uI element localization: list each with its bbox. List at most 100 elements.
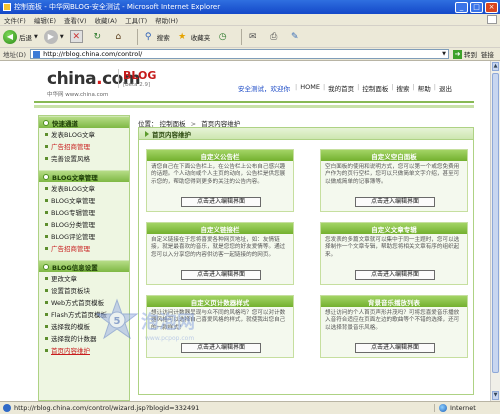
sidebar-item[interactable]: 更改文章 [39,272,129,284]
sidebar-item[interactable]: 选择我的模板 [39,320,129,332]
dropdown-arrow-icon[interactable]: ▼ [442,51,446,57]
edit-button[interactable]: 点击进入编辑界面 [181,197,261,207]
refresh-button[interactable]: ↻ [91,30,106,43]
sidebar-group-settings: BLOG信息设置 更改文章 设置首页板块 Web方式首页模板 Flash方式首页… [39,260,129,356]
menu-help[interactable]: 帮助(H) [155,15,178,25]
sidebar-item[interactable]: 广告招商管理 [39,140,129,152]
favorites-button[interactable]: ★ 收藏夹 [176,30,211,43]
sidebar-item[interactable]: Web方式首页模板 [39,296,129,308]
card-description: 您发表的多篇文章就可以集中于同一主题时，您可以选择制作一个文章专辑，帮助您将相关… [325,237,460,258]
edit-button[interactable]: 点击进入编辑界面 [181,343,261,353]
sidebar-item-label: 广告招商管理 [51,245,90,253]
address-box[interactable]: ▼ [30,49,449,59]
favorites-label: 收藏夹 [190,33,211,42]
nav-search[interactable]: 搜索 [397,83,410,93]
search-button[interactable]: ⚲ 搜索 [142,30,170,43]
sidebar-item[interactable]: 完善设置风格 [39,152,129,164]
mail-button[interactable]: ✉ [246,30,261,43]
group-bullet-icon [43,119,49,126]
sidebar-item-label: BLOG文章管理 [51,197,96,205]
sidebar-item-label: 广告招商管理 [51,143,90,151]
sidebar-item[interactable]: 发表BLOG文章 [39,182,129,194]
vertical-scrollbar[interactable]: ▲ ▼ [490,61,500,401]
menu-file[interactable]: 文件(F) [4,15,26,25]
sidebar-item-label: 选择我的计数器 [51,335,97,343]
home-icon: ⌂ [115,31,122,42]
version-label: [beta 2.9] [123,82,151,88]
edit-button[interactable]: 点击进入编辑界面 [355,270,435,280]
card-title: 自定义页计数器样式 [147,296,293,307]
scroll-down-arrow-icon[interactable]: ▼ [492,391,499,400]
windows-flag-icon [487,15,497,24]
nav-logout[interactable]: 退出 [439,83,452,93]
ie-page-icon [3,404,11,412]
card-article-album: 自定义文章专辑 您发表的多篇文章就可以集中于同一主题时，您可以选择制作一个文章专… [320,222,468,285]
header-divider [34,101,474,103]
back-button[interactable]: ◀ 后退 ▼ [3,29,38,44]
bullet-icon [45,348,48,352]
search-label: 搜索 [156,33,170,42]
address-input[interactable] [43,50,443,58]
page-icon [33,50,41,58]
links-button[interactable]: 链接 [481,49,494,59]
forward-arrow-icon: ▶ [43,29,58,44]
home-button[interactable]: ⌂ [112,30,127,43]
nav-separator: | [391,83,394,91]
stop-button[interactable]: ✕ [69,30,85,43]
sidebar-item[interactable]: BLOG分类管理 [39,218,129,230]
sidebar-group-articles: BLOG文章管理 发表BLOG文章 BLOG文章管理 BLOG专辑管理 BLOG… [39,170,129,254]
bullet-icon [45,324,48,328]
nav-help[interactable]: 帮助 [418,83,431,93]
sidebar-group-title: BLOG文章管理 [52,173,98,182]
forward-button[interactable]: ▶ ▼ [43,29,64,44]
sidebar-item[interactable]: 发表BLOG文章 [39,128,129,140]
scrollbar-thumb[interactable] [492,73,499,373]
minimize-button[interactable]: _ [455,1,468,13]
search-icon: ⚲ [144,31,152,42]
sidebar-group-header: BLOG文章管理 [39,170,129,182]
sidebar: 快速通道 发表BLOG文章 广告招商管理 完善设置风格 BLOG文章管理 发表B… [38,115,130,401]
menu-view[interactable]: 查看(V) [64,15,87,25]
menu-favorites[interactable]: 收藏(A) [95,15,118,25]
edit-button[interactable]: 点击进入编辑界面 [181,270,261,280]
sidebar-item[interactable]: BLOG文章管理 [39,194,129,206]
header-divider [34,105,474,108]
bullet-icon [45,198,48,202]
sidebar-item[interactable]: 设置首页板块 [39,284,129,296]
card-announcement: 自定义公告栏 请您自己在下面公告栏上，在公告栏上公布自己感兴趣的话题。个人动向或… [146,149,294,212]
scroll-up-arrow-icon[interactable]: ▲ [492,62,499,71]
window-titlebar: 控制面板 - 中华网BLOG-安全测试 - Microsoft Internet… [0,0,500,14]
close-button[interactable]: × [485,1,498,13]
sidebar-item[interactable]: BLOG专辑管理 [39,206,129,218]
window-title: 控制面板 - 中华网BLOG-安全测试 - Microsoft Internet… [14,3,221,11]
refresh-icon: ↻ [93,31,101,42]
print-button[interactable]: ⎙ [267,30,282,43]
history-icon: ◷ [218,31,227,42]
edit-button[interactable]: 点击进入编辑界面 [355,343,435,353]
history-button[interactable]: ◷ [216,30,231,43]
go-button[interactable]: ➜ 转到 [453,49,477,59]
edit-button[interactable]: ✎ [288,30,303,43]
sidebar-item[interactable]: BLOG评论管理 [39,230,129,242]
nav-my-homepage[interactable]: 我的首页 [328,83,354,93]
sidebar-item-current[interactable]: 首页内容维护 [39,344,129,356]
username-link[interactable]: 安全测试 [238,85,264,93]
menu-edit[interactable]: 编辑(E) [34,15,56,25]
printer-icon: ⎙ [270,31,278,42]
bullet-icon [45,132,48,136]
globe-icon [439,404,447,412]
sidebar-item[interactable]: Flash方式首页模板 [39,308,129,320]
sidebar-item[interactable]: 选择我的计数器 [39,332,129,344]
maximize-button[interactable]: □ [470,1,483,13]
sidebar-item-label: 完善设置风格 [51,155,90,163]
edit-button[interactable]: 点击进入编辑界面 [355,197,435,207]
nav-control-panel[interactable]: 控制面板 [362,83,388,93]
group-bullet-icon [43,173,49,180]
sidebar-item[interactable]: 广告招商管理 [39,242,129,254]
triangle-icon [145,130,149,137]
bullet-icon [45,234,48,238]
nav-home[interactable]: HOME [300,83,320,93]
bullet-icon [45,144,48,148]
dropdown-arrow-icon: ▼ [34,33,38,40]
menu-tools[interactable]: 工具(T) [125,15,147,25]
